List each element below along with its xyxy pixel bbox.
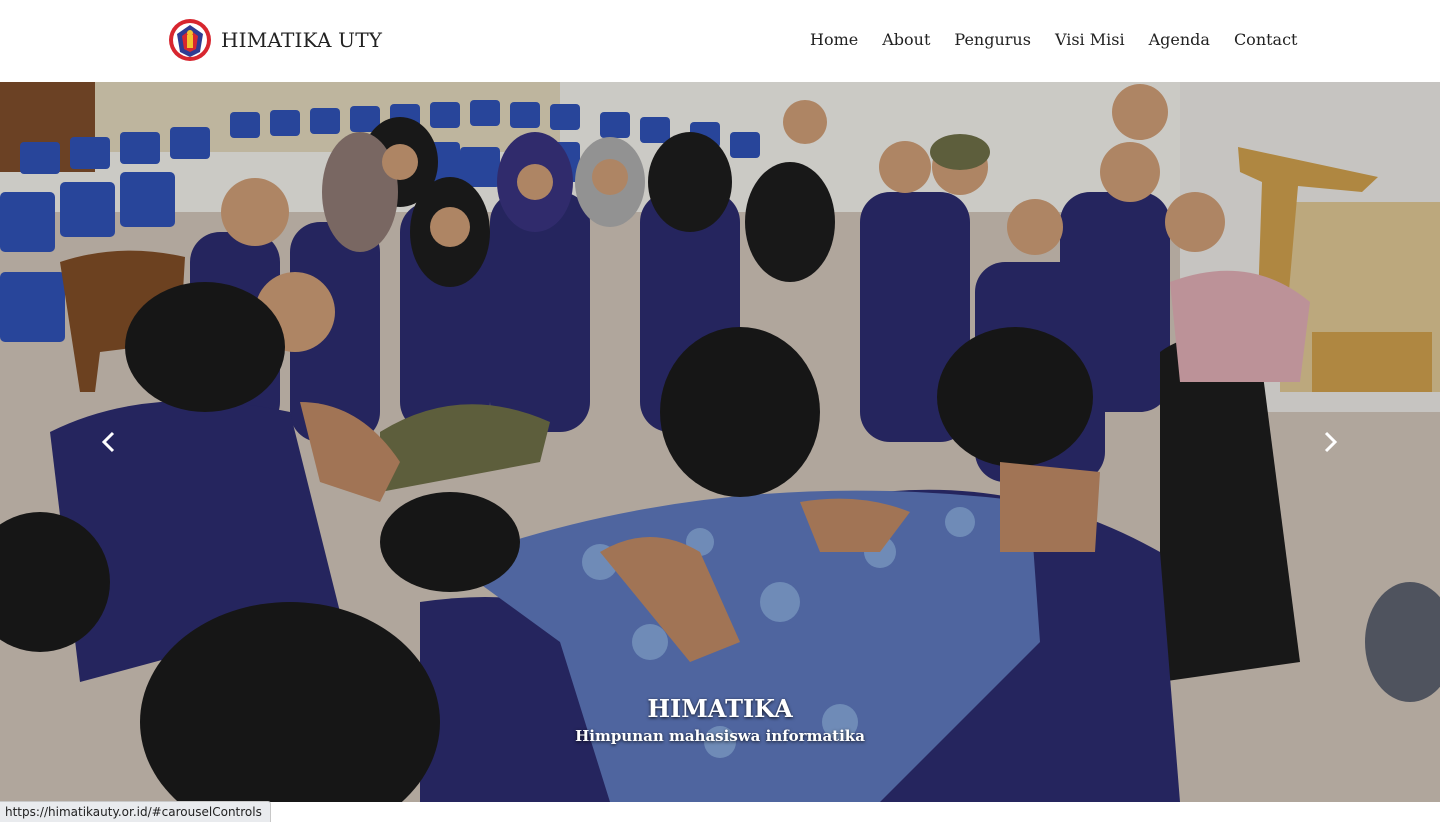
nav-contact[interactable]: Contact: [1234, 30, 1298, 49]
caption-title: HIMATIKA: [647, 694, 793, 723]
carousel-prev-button[interactable]: [83, 412, 133, 472]
nav-visi-misi[interactable]: Visi Misi: [1055, 30, 1125, 49]
carousel-next-button[interactable]: [1306, 412, 1356, 472]
nav-agenda[interactable]: Agenda: [1149, 30, 1210, 49]
caption-subtitle: Himpunan mahasiswa informatika: [575, 727, 865, 745]
nav-about[interactable]: About: [882, 30, 930, 49]
navbar: HIMATIKA UTY Home About Pengurus Visi Mi…: [0, 0, 1440, 82]
hero-carousel: HIMATIKA Himpunan mahasiswa informatika: [0, 82, 1440, 802]
chevron-right-icon: [1324, 431, 1338, 453]
brand[interactable]: HIMATIKA UTY: [167, 18, 382, 62]
himatika-emblem-icon: [169, 19, 211, 61]
main-nav: Home About Pengurus Visi Misi Agenda Con…: [810, 30, 1297, 49]
nav-pengurus[interactable]: Pengurus: [954, 30, 1031, 49]
carousel-caption: HIMATIKA Himpunan mahasiswa informatika: [470, 694, 970, 745]
nav-home[interactable]: Home: [810, 30, 858, 49]
brand-name: HIMATIKA UTY: [221, 28, 383, 52]
chevron-left-icon: [101, 431, 115, 453]
browser-status-url: https://himatikauty.or.id/#carouselContr…: [0, 801, 271, 822]
